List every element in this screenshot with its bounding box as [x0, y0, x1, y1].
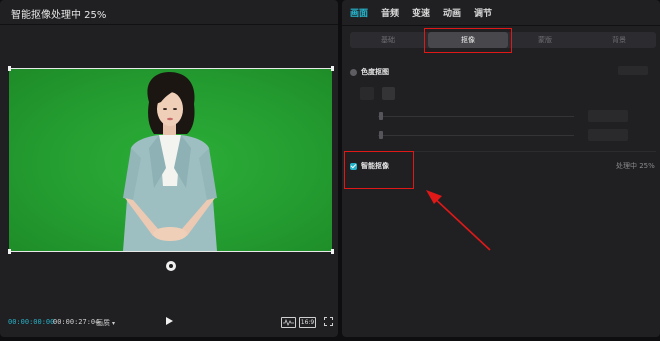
highlight-box — [344, 151, 414, 189]
tab-picture[interactable]: 画面 — [350, 6, 368, 19]
caret-down-icon: ▾ — [112, 320, 116, 327]
subtab-mask[interactable]: 蒙版 — [508, 32, 582, 48]
slider-handle[interactable] — [379, 131, 383, 139]
player-title: 智能抠像处理中 25% — [11, 10, 107, 21]
properties-panel: 画面 音频 变速 动画 调节 基础 抠像 蒙版 背景 色度抠图 智能抠像 处理中… — [342, 0, 660, 337]
tab-animation[interactable]: 动画 — [443, 6, 461, 19]
divider — [342, 25, 660, 26]
resize-handle[interactable] — [331, 249, 334, 254]
quality-dropdown[interactable]: 画质 ▾ — [96, 318, 115, 328]
processing-status: 处理中 25% — [616, 162, 655, 170]
resize-handle[interactable] — [8, 66, 11, 71]
quality-label: 画质 — [96, 319, 110, 327]
waveform-icon[interactable] — [281, 317, 296, 328]
total-timecode: 00:00:27:04 — [53, 318, 100, 326]
play-icon[interactable] — [166, 317, 173, 325]
divider — [0, 24, 338, 25]
video-canvas[interactable] — [9, 68, 332, 251]
reset-icon[interactable] — [618, 66, 648, 75]
selection-border-top — [9, 68, 333, 69]
tab-speed[interactable]: 变速 — [412, 6, 430, 19]
current-timecode: 00:00:00:00 — [8, 318, 55, 326]
shadow-value-field[interactable] — [588, 129, 628, 141]
player-controls: 00:00:00:00 00:00:27:04 画质 ▾ 16:9 — [0, 313, 338, 331]
resize-handle[interactable] — [8, 249, 11, 254]
color-swatch[interactable] — [360, 87, 374, 100]
presenter-figure — [123, 72, 217, 251]
chroma-key-checkbox[interactable] — [350, 68, 357, 76]
slider-handle[interactable] — [379, 112, 383, 120]
subtab-background[interactable]: 背景 — [582, 32, 656, 48]
tab-audio[interactable]: 音频 — [381, 6, 399, 19]
selection-border-bottom — [9, 251, 333, 252]
shadow-slider[interactable] — [378, 135, 574, 136]
chroma-key-label: 色度抠图 — [361, 68, 389, 76]
fullscreen-icon[interactable] — [324, 317, 333, 326]
subtab-basic[interactable]: 基础 — [350, 32, 426, 48]
color-picker[interactable] — [382, 87, 395, 100]
highlight-box — [424, 28, 512, 53]
aspect-ratio-button[interactable]: 16:9 — [299, 317, 316, 328]
tab-adjust[interactable]: 调节 — [474, 6, 492, 19]
intensity-slider[interactable] — [378, 116, 574, 117]
intensity-value-field[interactable] — [588, 110, 628, 122]
chroma-key-row[interactable]: 色度抠图 — [350, 67, 389, 77]
video-player-panel: 智能抠像处理中 25% 00:00:00:00 00:00:27:04 画质 ▾… — [0, 0, 338, 337]
resize-handle[interactable] — [331, 66, 334, 71]
rotate-handle-icon[interactable] — [166, 261, 176, 271]
